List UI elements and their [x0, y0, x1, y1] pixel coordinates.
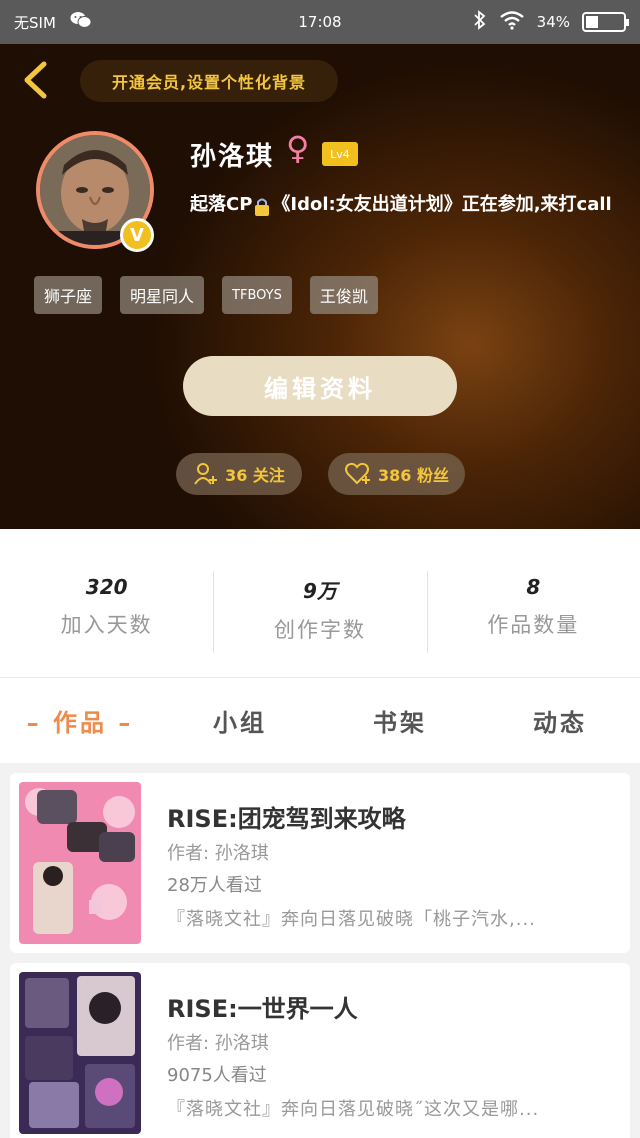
tag-item[interactable]: 明星同人 [120, 276, 205, 314]
tag-list: 狮子座 明星同人 TFBOYS 王俊凯 [34, 276, 378, 314]
following-count: 36 关注 [225, 466, 285, 485]
lock-icon [252, 196, 272, 216]
vip-banner[interactable]: 开通会员,设置个性化背景 [80, 60, 338, 102]
tab-bar: – 作品 – 小组 书架 动态 [0, 677, 640, 763]
stat-value: 320 [85, 575, 128, 599]
stat-words: 9万 创作字数 [213, 571, 426, 653]
work-author: 作者: 孙洛琪 [167, 1033, 269, 1054]
level-badge: Lv4 [322, 142, 358, 166]
status-bar: 无SIM 17:08 34% [0, 0, 640, 44]
fans-count: 386 粉丝 [378, 466, 449, 485]
bio-text: 《Idol:女友出道计划》正在参加,来打call [272, 194, 612, 215]
work-title: RISE:团宠驾到来攻略 [167, 805, 406, 833]
verified-badge: V [120, 218, 154, 252]
tag-item[interactable]: 狮子座 [34, 276, 103, 314]
profile-header: 开通会员,设置个性化背景 V 孙洛琪 ♀ Lv4 起落CP 《Idol:女友出道计… [0, 44, 640, 529]
battery-percent: 34% [536, 13, 570, 31]
wifi-icon [499, 10, 525, 34]
work-description: 『落晓文社』奔向日落见破晓「桃子汽水,... [167, 909, 536, 930]
chevron-left-icon [24, 61, 47, 99]
work-cover-image [19, 972, 141, 1134]
fans-button[interactable]: 386 粉丝 [328, 453, 465, 495]
heart-icon [345, 462, 370, 485]
work-author: 作者: 孙洛琪 [167, 843, 269, 864]
female-icon: ♀ [286, 129, 310, 167]
stat-label: 加入天数 [60, 613, 153, 637]
following-button[interactable]: 36 关注 [176, 453, 302, 495]
works-list: RISE:团宠驾到来攻略 作者: 孙洛琪 28万人看过 『落晓文社』奔向日落见破… [10, 773, 630, 1138]
stat-value: 8 [526, 575, 541, 599]
work-description: 『落晓文社』奔向日落见破晓˝这次又是哪... [167, 1099, 540, 1120]
work-card[interactable]: RISE:团宠驾到来攻略 作者: 孙洛琪 28万人看过 『落晓文社』奔向日落见破… [10, 773, 630, 953]
tab-groups[interactable]: 小组 [160, 703, 320, 738]
bio-prefix: 起落CP [190, 194, 253, 215]
back-button[interactable] [18, 60, 52, 100]
tag-item[interactable]: TFBOYS [222, 276, 292, 314]
edit-profile-button[interactable]: 编辑资料 [183, 356, 457, 416]
battery-icon [582, 12, 629, 32]
work-card[interactable]: RISE:一世界一人 作者: 孙洛琪 9075人看过 『落晓文社』奔向日落见破晓… [10, 963, 630, 1138]
stat-works: 8 作品数量 [426, 571, 640, 653]
add-user-icon [194, 463, 218, 485]
wechat-icon [70, 11, 92, 33]
tab-bookshelf[interactable]: 书架 [320, 703, 480, 738]
tab-activity[interactable]: 动态 [480, 703, 640, 738]
stats-bar: 320 加入天数 9万 创作字数 8 作品数量 [0, 529, 640, 677]
user-bio: 起落CP 《Idol:女友出道计划》正在参加,来打call [190, 190, 635, 220]
tab-works[interactable]: – 作品 – [0, 703, 160, 738]
stat-label: 创作字数 [273, 618, 366, 642]
user-name: 孙洛琪 [190, 142, 275, 172]
clock: 17:08 [298, 13, 342, 31]
work-views: 28万人看过 [167, 875, 262, 896]
work-title: RISE:一世界一人 [167, 995, 358, 1023]
stat-days: 320 加入天数 [0, 575, 213, 651]
work-views: 9075人看过 [167, 1065, 267, 1086]
stat-value: 9万 [303, 579, 337, 603]
tag-item[interactable]: 王俊凯 [309, 276, 378, 314]
carrier-label: 无SIM [14, 13, 56, 32]
work-cover-image [19, 782, 141, 944]
stat-label: 作品数量 [487, 613, 580, 637]
bluetooth-icon [473, 10, 487, 34]
